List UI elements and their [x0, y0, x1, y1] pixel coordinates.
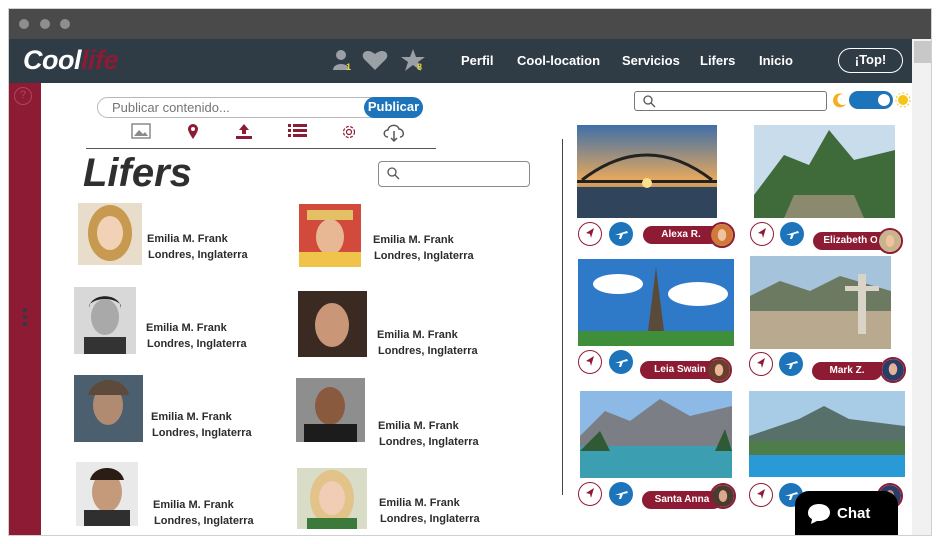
toolbar-divider	[86, 148, 436, 149]
lifer-name: Emilia M. Frank	[151, 411, 232, 423]
chat-button[interactable]: Chat	[795, 491, 898, 535]
browser-window: Coollife 1 8 Perfil Cool-location Servic…	[8, 8, 932, 536]
location-arrow-icon[interactable]	[578, 350, 602, 374]
lifer-name: Emilia M. Frank	[153, 499, 234, 511]
post-composer: Publicar	[97, 97, 423, 118]
lifer-name: Emilia M. Frank	[377, 329, 458, 341]
user-tag[interactable]: Alexa R.	[643, 226, 719, 244]
avatar	[74, 375, 143, 442]
lifer-location: Londres, Inglaterra	[148, 249, 248, 261]
contacts-badge: 1	[346, 62, 352, 72]
avatar	[296, 378, 365, 442]
list-icon[interactable]	[288, 123, 307, 143]
sun-icon	[895, 92, 911, 113]
user-tag-avatar	[709, 222, 735, 248]
airplane-icon[interactable]	[779, 352, 803, 376]
avatar	[299, 204, 361, 267]
location-arrow-icon[interactable]	[578, 482, 602, 506]
avatar	[298, 291, 367, 357]
publish-button[interactable]: Publicar	[364, 97, 423, 118]
help-icon[interactable]: ?	[14, 87, 32, 105]
airplane-icon[interactable]	[609, 222, 633, 246]
lifer-location: Londres, Inglaterra	[152, 427, 252, 439]
destination-photo	[580, 391, 732, 478]
avatar	[297, 468, 367, 529]
chat-bubble-icon	[808, 504, 830, 524]
lifer-name: Emilia M. Frank	[373, 234, 454, 246]
column-divider	[562, 139, 563, 495]
lifer-location: Londres, Inglaterra	[380, 513, 480, 525]
destination-photo	[754, 125, 895, 218]
nav-link-lifers[interactable]: Lifers	[700, 53, 735, 68]
lifer-name: Emilia M. Frank	[379, 497, 460, 509]
location-arrow-icon[interactable]	[578, 222, 602, 246]
scrollbar[interactable]	[912, 39, 931, 535]
nav-link-servicios[interactable]: Servicios	[622, 53, 680, 68]
location-arrow-icon[interactable]	[749, 483, 773, 507]
destination-photo	[749, 391, 905, 477]
stars-badge: 8	[417, 62, 423, 72]
settings-gear-icon[interactable]	[340, 123, 358, 146]
scroll-thumb[interactable]	[914, 41, 931, 63]
upload-icon[interactable]	[235, 123, 253, 145]
moon-icon	[832, 92, 848, 113]
window-maximize-dot[interactable]	[60, 19, 70, 29]
user-tag-avatar	[880, 357, 906, 383]
image-icon[interactable]	[131, 123, 151, 144]
airplane-icon[interactable]	[780, 222, 804, 246]
lifer-location: Londres, Inglaterra	[378, 345, 478, 357]
star-icon[interactable]	[400, 48, 426, 77]
user-tag[interactable]: Mark Z.	[812, 362, 882, 380]
avatar	[76, 462, 138, 526]
window-minimize-dot[interactable]	[40, 19, 50, 29]
theme-toggle[interactable]	[849, 91, 893, 109]
window-close-dot[interactable]	[19, 19, 29, 29]
location-arrow-icon[interactable]	[749, 352, 773, 376]
logo-part-life: life	[81, 45, 119, 75]
lifer-name: Emilia M. Frank	[146, 322, 227, 334]
avatar	[78, 203, 142, 265]
airplane-icon[interactable]	[609, 482, 633, 506]
avatar	[74, 287, 136, 354]
left-sidebar: ?	[9, 83, 41, 535]
top-button[interactable]: ¡Top!	[838, 48, 903, 73]
lifer-location: Londres, Inglaterra	[379, 436, 479, 448]
destination-photo	[577, 125, 717, 218]
lifer-name: Emilia M. Frank	[378, 420, 459, 432]
lifer-location: Londres, Inglaterra	[147, 338, 247, 350]
location-arrow-icon[interactable]	[750, 222, 774, 246]
page-title: Lifers	[83, 151, 192, 195]
destination-photo	[750, 256, 891, 349]
destinations-search[interactable]	[634, 91, 827, 111]
cloud-download-icon[interactable]	[381, 121, 407, 148]
nav-link-cool-location[interactable]: Cool-location	[517, 53, 600, 68]
lifers-search[interactable]	[378, 161, 530, 187]
post-content-input[interactable]	[112, 100, 362, 115]
destinations-search-input[interactable]	[661, 94, 821, 109]
search-icon	[643, 95, 656, 108]
lifer-location: Londres, Inglaterra	[154, 515, 254, 527]
window-titlebar	[9, 9, 931, 39]
airplane-icon[interactable]	[609, 350, 633, 374]
location-pin-icon[interactable]	[187, 123, 199, 145]
top-navbar: Coollife 1 8 Perfil Cool-location Servic…	[9, 39, 912, 83]
user-tag-avatar	[706, 357, 732, 383]
user-tag-avatar	[877, 228, 903, 254]
user-tag-avatar	[710, 483, 736, 509]
chat-label: Chat	[837, 505, 871, 522]
logo-part-cool: Cool	[23, 45, 82, 75]
logo[interactable]: Coollife	[23, 45, 119, 76]
nav-link-perfil[interactable]: Perfil	[461, 53, 494, 68]
destination-photo	[578, 259, 734, 346]
more-options-icon[interactable]	[23, 308, 27, 329]
lifer-location: Londres, Inglaterra	[374, 250, 474, 262]
nav-link-inicio[interactable]: Inicio	[759, 53, 793, 68]
lifers-search-input[interactable]	[403, 164, 523, 178]
heart-icon[interactable]	[362, 49, 388, 76]
toggle-knob	[878, 94, 890, 106]
lifer-name: Emilia M. Frank	[147, 233, 228, 245]
